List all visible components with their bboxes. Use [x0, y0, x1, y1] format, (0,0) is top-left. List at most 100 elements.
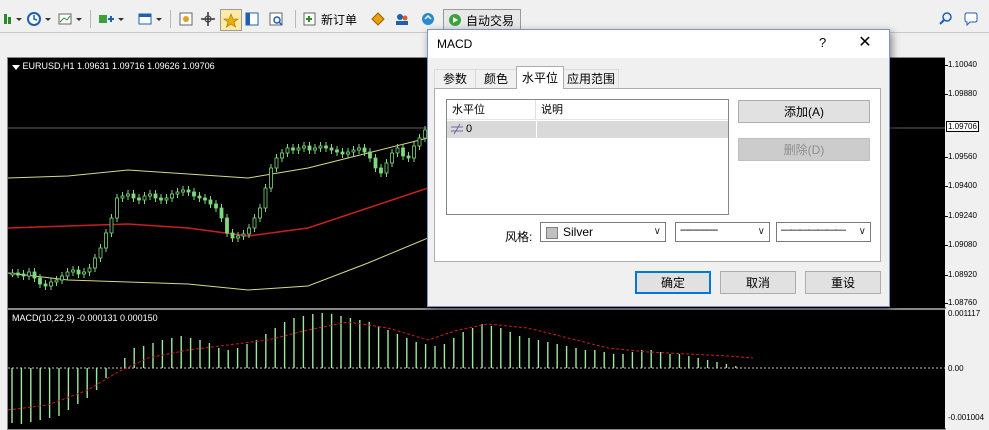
profiles-icon[interactable]: [136, 9, 154, 29]
candle-body: [247, 227, 251, 235]
candle-body: [126, 193, 130, 197]
chat-icon[interactable]: [962, 9, 980, 29]
navigator-icon[interactable]: [176, 9, 196, 29]
template-icon[interactable]: [56, 9, 74, 29]
price-chart-title: EURUSD,H1 1.09631 1.09716 1.09626 1.0970…: [12, 61, 215, 71]
candle-body: [142, 195, 147, 201]
dropdown-arrow-icon[interactable]: [117, 9, 125, 29]
terminal-window-icon[interactable]: [242, 9, 262, 29]
price-axis-label: 1.09880: [948, 89, 977, 98]
metaeditor-icon[interactable]: [368, 9, 388, 29]
toolbar-separator: [90, 10, 91, 28]
candle-body: [170, 193, 174, 199]
close-button[interactable]: ✕: [854, 33, 876, 53]
candle-body: [159, 197, 163, 201]
candle-body: [115, 197, 119, 219]
help-button[interactable]: ?: [819, 35, 826, 50]
dropdown-arrow-icon[interactable]: [75, 9, 83, 29]
candle-body: [230, 232, 235, 239]
level-line-icon: [450, 121, 463, 138]
candle-body: [203, 197, 207, 201]
candle-body: [60, 275, 64, 281]
auto-trade-label: 自动交易: [466, 13, 515, 28]
candle-body: [236, 235, 240, 239]
level-column-header[interactable]: 水平位: [447, 100, 536, 120]
candle-body: [258, 207, 262, 219]
candle-body: [87, 267, 92, 273]
macd-chart-title: MACD(10,22,9) -0.000131 0.000150: [12, 313, 158, 323]
candle-body: [76, 269, 81, 275]
dropdown-arrow-icon[interactable]: [44, 9, 52, 29]
table-row[interactable]: 0: [447, 121, 728, 138]
macd-chart-canvas[interactable]: [8, 310, 945, 429]
candlesticks: [10, 126, 438, 290]
favorites-icon[interactable]: [220, 9, 242, 31]
market-icon[interactable]: [392, 9, 412, 29]
candle-body: [137, 197, 141, 201]
price-axis-label: 1.09400: [948, 181, 977, 190]
chevron-down-icon: ∨: [757, 226, 765, 237]
candle-body: [148, 193, 152, 197]
ok-button[interactable]: 确定: [635, 271, 711, 294]
toolbar-separator: [295, 10, 296, 28]
line-style-select[interactable]: -------------- ∨: [675, 222, 770, 242]
level-description: [542, 121, 722, 138]
candle-body: [346, 151, 350, 155]
price-chart-title-text: EURUSD,H1 1.09631 1.09716 1.09626 1.0970…: [22, 61, 215, 71]
candle-body: [225, 217, 229, 234]
auto-trade-button[interactable]: 自动交易: [443, 9, 521, 31]
price-axis-label: 1.08760: [948, 298, 977, 307]
candle-body: [131, 193, 136, 199]
dialog-title-bar[interactable]: MACD ? ✕: [428, 30, 889, 58]
tab-colors[interactable]: 颜色: [475, 69, 517, 88]
candle-body: [296, 147, 301, 151]
style-label: 风格:: [505, 230, 533, 244]
candle-body: [109, 217, 114, 234]
tab-levels[interactable]: 水平位: [516, 66, 564, 89]
cancel-button[interactable]: 取消: [720, 271, 796, 294]
level-value: 0: [466, 123, 473, 135]
tab-parameters[interactable]: 参数: [434, 69, 476, 88]
candle-body: [417, 137, 422, 147]
search-icon[interactable]: [938, 9, 954, 29]
macd-axis-label: 0.001117: [948, 309, 981, 318]
chart-bars-icon[interactable]: [0, 9, 14, 29]
tester-icon[interactable]: [266, 9, 286, 29]
macd-chart[interactable]: MACD(10,22,9) -0.000131 0.000150: [7, 309, 946, 430]
candle-body: [54, 279, 59, 283]
levels-list[interactable]: 水平位 说明 0: [446, 99, 729, 215]
candle-body: [406, 155, 411, 159]
macd-properties-dialog: MACD ? ✕ 参数 颜色 水平位 应用范围 水平位 说明 0 添加(A) 删…: [427, 29, 890, 307]
candle-body: [93, 257, 97, 269]
indicators-icon[interactable]: [96, 9, 116, 29]
candle-body: [351, 149, 356, 153]
candle-body: [313, 147, 317, 151]
reset-button[interactable]: 重设: [805, 271, 881, 294]
clock-icon[interactable]: [25, 9, 43, 29]
candle-body: [241, 233, 246, 237]
candle-body: [192, 191, 196, 197]
dropdown-arrow-icon[interactable]: [14, 9, 24, 29]
cell-divider: [536, 121, 537, 138]
candle-body: [32, 271, 37, 279]
delete-level-button[interactable]: 删除(D): [738, 138, 870, 161]
candle-body: [27, 271, 31, 277]
price-axis-label: 1.08920: [948, 270, 977, 279]
chevron-down-icon: ∨: [858, 226, 866, 237]
line-width-select[interactable]: ——————— ∨: [776, 222, 871, 242]
color-select[interactable]: Silver ∨: [540, 222, 666, 242]
candle-body: [274, 157, 279, 169]
candle-body: [71, 269, 75, 273]
dropdown-arrow-icon[interactable]: [155, 9, 163, 29]
description-column-header[interactable]: 说明: [536, 100, 728, 120]
new-order-button[interactable]: 新订单: [302, 9, 362, 29]
envelope-lower-line: [8, 237, 429, 291]
tab-visualization[interactable]: 应用范围: [563, 69, 619, 88]
signals-icon[interactable]: [418, 9, 438, 29]
candle-body: [269, 167, 273, 189]
candle-body: [197, 195, 202, 199]
candle-body: [43, 283, 48, 287]
crosshair-icon[interactable]: [198, 9, 218, 29]
auto-trade-icon: [449, 14, 461, 26]
add-level-button[interactable]: 添加(A): [738, 100, 870, 123]
